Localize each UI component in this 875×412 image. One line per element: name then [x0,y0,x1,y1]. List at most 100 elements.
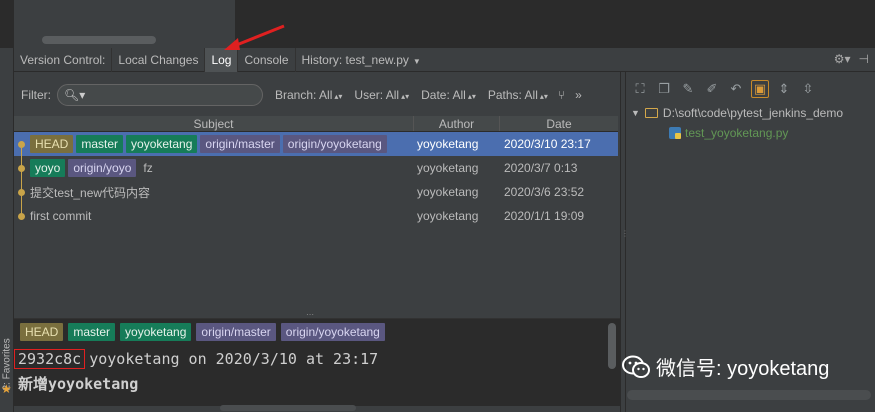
commit-hash[interactable]: 2932c8c [14,349,86,369]
chevron-down-icon: ▼ [412,56,421,66]
commit-subject: first commit [30,209,92,223]
commit-author: yoyoketang [417,161,479,175]
horizontal-scrollbar[interactable] [220,405,356,411]
commit-date: 2020/3/6 23:52 [504,185,585,199]
commit-row[interactable]: first commit yoyoketang 2020/1/1 19:09 [14,204,618,228]
branch-graph-icon[interactable]: ⑂ [558,88,565,102]
revert-icon[interactable]: ↶ [727,80,745,98]
folder-icon [644,108,658,118]
ref-tag-branch: yoyo [30,159,66,177]
file-name: test_yoyoketang.py [685,126,789,140]
expand-options-icon[interactable]: » [575,88,582,102]
chevron-updown-icon: ▴▾ [401,92,410,101]
filter-label: Filter: [21,88,51,102]
dropdown-label: Paths: All [487,88,538,102]
watermark-text: 微信号: yoyoketang [656,358,830,380]
search-icon[interactable]: 🔍︎▾ [64,88,85,102]
commit-date: 2020/3/10 23:17 [504,137,591,151]
commit-subject: fz [143,161,153,175]
filter-search-input[interactable]: 🔍︎▾ [57,84,263,106]
commit-info: yoyoketang on 2020/3/10 at 23:17 [89,350,379,368]
graph-node-icon [18,141,25,148]
tab-local-changes[interactable]: Local Changes [111,47,204,72]
dropdown-label: Branch: All [275,88,333,102]
log-filter-bar: Filter: 🔍︎▾ Branch: All ▴▾ User: All ▴▾ Da… [14,82,620,108]
commit-author: yoyoketang [417,209,479,223]
favorites-tool-button[interactable]: 2: Favorites [2,301,13,390]
edit-source-icon[interactable]: ✎ [679,80,697,98]
ref-tag-remote: origin/yoyoketang [280,323,385,341]
tab-label: Local Changes [118,52,199,67]
commit-row[interactable]: yoyo origin/yoyo fz yoyoketang 2020/3/7 … [14,156,618,180]
group-by-directory-icon[interactable]: ▣ [751,80,769,98]
branch-filter-dropdown[interactable]: Branch: All ▴▾ [275,88,342,102]
commit-info-line: 2932c8c yoyoketang on 2020/3/10 at 23:17 [14,349,378,369]
vertical-scrollbar[interactable] [608,323,616,369]
graph-line [21,148,22,156]
horizontal-scrollbar[interactable] [627,390,871,400]
minimize-icon[interactable]: ⊣ [859,52,869,66]
column-header-subject[interactable]: Subject [14,116,414,131]
table-header: Subject Author Date [14,116,618,132]
column-header-author[interactable]: Author [414,116,500,131]
ref-tag-branch: master [76,135,124,153]
highlight-icon[interactable]: ✐ [703,80,721,98]
commit-date: 2020/1/1 19:09 [504,209,585,223]
ref-tag-head: HEAD [30,135,74,153]
commit-date: 2020/3/7 0:13 [504,161,578,175]
dropdown-label: User: All [354,88,400,102]
user-filter-dropdown[interactable]: User: All ▴▾ [354,88,409,102]
ref-tag-branch: yoyoketang [120,323,192,341]
commit-log-table: Subject Author Date HEAD master yoyoketa… [14,116,620,312]
ref-tag-branch: master [68,323,116,341]
commit-details-panel: HEAD master yoyoketang origin/master ori… [14,318,620,406]
project-panel [14,0,236,48]
commit-row[interactable]: 提交test_new代码内容 yoyoketang 2020/3/6 23:52 [14,180,618,204]
copy-icon[interactable]: ❐ [655,80,673,98]
ref-tag-remote: origin/master [196,323,276,341]
python-file-icon [669,127,681,139]
tab-label: Console [244,52,289,67]
ref-tag-branch: yoyoketang [126,135,198,153]
wechat-watermark: 微信号: yoyoketang [622,352,829,381]
graph-node-icon [18,189,25,196]
annotation-arrow-icon [224,24,285,50]
chevron-updown-icon: ▴▾ [334,92,343,101]
wechat-logo-icon [622,355,650,378]
chevron-updown-icon: ▴▾ [467,92,476,101]
split-handle[interactable]: ⋯ [306,311,320,319]
tab-label: Log [211,52,232,67]
ref-tag-head: HEAD [20,323,64,341]
tool-window-title: Version Control: [20,52,106,67]
commit-author: yoyoketang [417,185,479,199]
dropdown-label: Date: All [421,88,466,102]
graph-node-icon [18,213,25,220]
horizontal-scrollbar[interactable] [42,36,156,44]
ref-tag-remote: origin/yoyoketang [282,135,387,153]
folder-path: D:\soft\code\pytest_jenkins_demo [662,106,844,120]
version-control-tabbar: Version Control: Local Changes Log Conso… [14,47,875,72]
commit-subject: 提交test_new代码内容 [30,185,151,200]
ref-tag-remote: origin/master [200,135,280,153]
tab-history[interactable]: History: test_new.py ▼ [294,47,427,72]
tree-folder-node[interactable]: ▼ D:\soft\code\pytest_jenkins_demo [631,106,843,120]
date-filter-dropdown[interactable]: Date: All ▴▾ [421,88,476,102]
expand-all-icon[interactable]: ⇕ [775,80,793,98]
cherry-pick-icon[interactable]: ⛶ [631,80,649,98]
changes-toolbar: ⛶ ❐ ✎ ✐ ↶ ▣ ⇕ ⇳ [631,78,817,100]
chevron-down-icon[interactable]: ▼ [631,108,640,118]
tab-label: History: test_new.py [301,52,409,67]
star-icon: ★ [1,382,12,396]
chevron-updown-icon: ▴▾ [539,92,548,101]
commit-row[interactable]: HEAD master yoyoketang origin/master ori… [14,132,618,156]
collapse-all-icon[interactable]: ⇳ [799,80,817,98]
column-header-date[interactable]: Date [500,116,618,131]
commit-message: 新增yoyoketang [18,375,139,393]
details-ref-tags: HEAD master yoyoketang origin/master ori… [20,323,390,341]
paths-filter-dropdown[interactable]: Paths: All ▴▾ [488,88,548,102]
ref-tag-remote: origin/yoyo [68,159,137,177]
graph-node-icon [18,165,25,172]
commit-author: yoyoketang [417,137,479,151]
gear-icon[interactable]: ⚙▾ [834,52,851,66]
tree-file-node[interactable]: test_yoyoketang.py [669,126,788,140]
